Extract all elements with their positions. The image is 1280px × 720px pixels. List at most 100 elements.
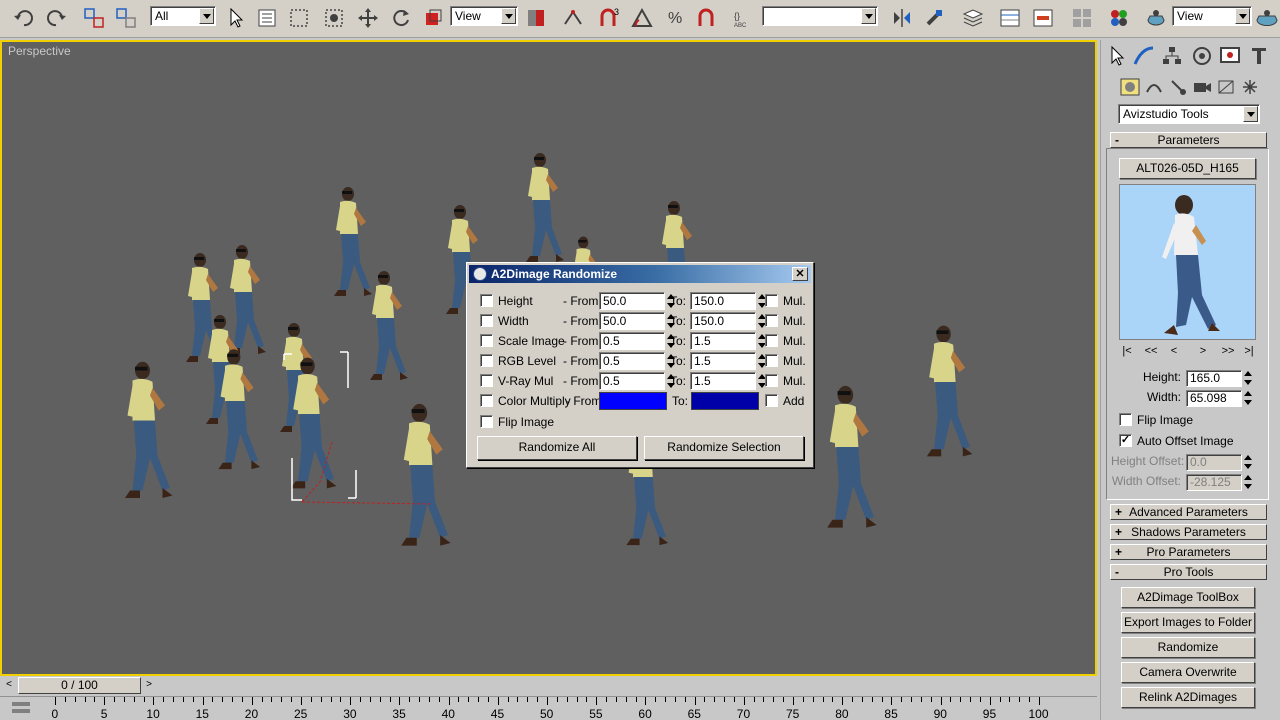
width-mul-checkbox[interactable] <box>765 314 778 327</box>
randomize-all-button[interactable]: Randomize All <box>477 436 637 460</box>
color-add-checkbox[interactable] <box>765 394 778 407</box>
vray-mul-mul-checkbox[interactable] <box>765 374 778 387</box>
edit-named-selection-icon[interactable]: {} ABC <box>732 6 756 30</box>
geometry-icon[interactable] <box>1120 78 1140 96</box>
align-icon[interactable] <box>922 6 946 30</box>
undo-icon[interactable] <box>12 6 36 30</box>
motion-tab-icon[interactable] <box>1190 44 1214 68</box>
height-from-input[interactable]: 50.0 <box>599 292 675 310</box>
vray-mul-from-input[interactable]: 0.5 <box>599 372 675 390</box>
display-tab-icon[interactable] <box>1218 44 1242 68</box>
nav-prev-fast-button[interactable]: << <box>1141 343 1161 361</box>
window-crossing-icon[interactable] <box>322 6 346 30</box>
unlink-selection-icon[interactable] <box>114 6 138 30</box>
parameters-rollout[interactable]: - Parameters <box>1110 132 1267 148</box>
spinner-arrows-icon[interactable] <box>1243 371 1253 386</box>
render-setup-icon[interactable] <box>1107 6 1131 30</box>
vray-mul-to-input[interactable]: 1.5 <box>690 372 766 390</box>
mirror-icon[interactable] <box>890 6 914 30</box>
layer-manager-icon[interactable] <box>961 6 985 30</box>
redo-icon[interactable] <box>44 6 68 30</box>
advanced-parameters-rollout[interactable]: + Advanced Parameters <box>1110 504 1267 520</box>
rgb-level-checkbox[interactable] <box>480 354 493 367</box>
viewport-label[interactable]: Perspective <box>8 44 71 58</box>
move-icon[interactable] <box>356 6 380 30</box>
person-image-plane[interactable] <box>214 346 262 474</box>
select-manipulate-icon[interactable] <box>561 6 585 30</box>
helpers-icon[interactable] <box>1216 78 1236 96</box>
close-icon[interactable]: ✕ <box>792 267 808 281</box>
shapes-icon[interactable] <box>1144 78 1164 96</box>
flip-image-checkbox[interactable] <box>480 415 493 428</box>
quick-render-icon[interactable] <box>1255 6 1279 30</box>
angle-snap-icon[interactable] <box>630 6 654 30</box>
time-slider-thumb[interactable]: 0 / 100 <box>18 677 141 694</box>
time-next-button[interactable]: > <box>142 678 156 693</box>
cameras-icon[interactable] <box>1192 78 1212 96</box>
scale-image-from-input[interactable]: 0.5 <box>599 332 675 350</box>
randomize-button[interactable]: Randomize <box>1121 637 1255 658</box>
nav-first-button[interactable]: |< <box>1117 343 1137 361</box>
height-checkbox[interactable] <box>480 294 493 307</box>
percent-snap-icon[interactable]: % <box>664 6 688 30</box>
rgb-level-mul-checkbox[interactable] <box>765 354 778 367</box>
render-frame-icon[interactable] <box>1144 6 1168 30</box>
width-from-input[interactable]: 50.0 <box>599 312 675 330</box>
snap-3d-icon[interactable]: 3 <box>598 6 622 30</box>
relink-button[interactable]: Relink A2Dimages <box>1121 687 1255 708</box>
export-images-button[interactable]: Export Images to Folder <box>1121 612 1255 633</box>
time-prev-button[interactable]: < <box>2 678 16 693</box>
create-tab-icon[interactable] <box>1105 44 1129 68</box>
material-editor-icon[interactable] <box>1070 6 1094 30</box>
select-by-name-icon[interactable] <box>255 6 279 30</box>
rgb-level-from-input[interactable]: 0.5 <box>599 352 675 370</box>
color-from-swatch[interactable] <box>599 392 667 410</box>
selection-filter-dropdown[interactable]: All <box>150 6 216 26</box>
person-image-plane[interactable] <box>922 322 975 461</box>
person-image-plane[interactable] <box>120 358 175 503</box>
height-input[interactable]: 165.0 <box>1186 370 1252 387</box>
reference-coordinate-dropdown[interactable]: View <box>450 6 518 26</box>
mini-curve-editor-icon[interactable] <box>10 699 34 717</box>
pivot-center-icon[interactable] <box>524 6 548 30</box>
height-mul-checkbox[interactable] <box>765 294 778 307</box>
toolbox-button[interactable]: A2Dimage ToolBox <box>1121 587 1255 608</box>
pro-tools-rollout[interactable]: - Pro Tools <box>1110 564 1267 580</box>
spinner-arrows-icon[interactable] <box>1243 475 1253 490</box>
dialog-title-bar[interactable]: A2Dimage Randomize ✕ <box>469 265 811 283</box>
space-warps-icon[interactable] <box>1240 78 1260 96</box>
scale-image-mul-checkbox[interactable] <box>765 334 778 347</box>
curve-editor-icon[interactable] <box>998 6 1022 30</box>
width-input[interactable]: 65.098 <box>1186 390 1252 407</box>
tools-category-dropdown[interactable]: Avizstudio Tools <box>1118 104 1260 124</box>
width-checkbox[interactable] <box>480 314 493 327</box>
scale-icon[interactable] <box>421 6 445 30</box>
modify-tab-icon[interactable] <box>1132 44 1156 68</box>
time-slider[interactable]: < 0 / 100 > <box>0 677 1097 695</box>
height-offset-input[interactable]: 0.0 <box>1186 454 1252 471</box>
height-to-input[interactable]: 150.0 <box>690 292 766 310</box>
pro-parameters-rollout[interactable]: + Pro Parameters <box>1110 544 1267 560</box>
select-and-link-icon[interactable] <box>82 6 106 30</box>
utilities-tab-icon[interactable] <box>1247 44 1271 68</box>
person-image-plane[interactable] <box>396 400 453 551</box>
auto-offset-checkbox[interactable]: ✓ <box>1119 434 1132 447</box>
nav-prev-button[interactable]: < <box>1164 343 1184 361</box>
color-to-swatch[interactable] <box>691 392 759 410</box>
spinner-arrows-icon[interactable] <box>1243 391 1253 406</box>
flip-image-checkbox[interactable] <box>1119 413 1132 426</box>
person-image-plane[interactable] <box>822 382 879 533</box>
named-selection-dropdown[interactable] <box>762 6 878 26</box>
hierarchy-tab-icon[interactable] <box>1160 44 1184 68</box>
scale-image-checkbox[interactable] <box>480 334 493 347</box>
rectangular-selection-icon[interactable] <box>287 6 311 30</box>
nav-next-fast-button[interactable]: >> <box>1218 343 1238 361</box>
person-image-plane[interactable] <box>366 268 410 384</box>
color-multiply-checkbox[interactable] <box>480 394 493 407</box>
spinner-snap-icon[interactable] <box>696 6 720 30</box>
image-name-button[interactable]: ALT026-05D_H165 <box>1119 158 1256 179</box>
person-image-plane[interactable] <box>286 354 339 493</box>
person-image-plane[interactable] <box>522 150 566 266</box>
nav-next-button[interactable]: > <box>1193 343 1213 361</box>
vray-mul-checkbox[interactable] <box>480 374 493 387</box>
